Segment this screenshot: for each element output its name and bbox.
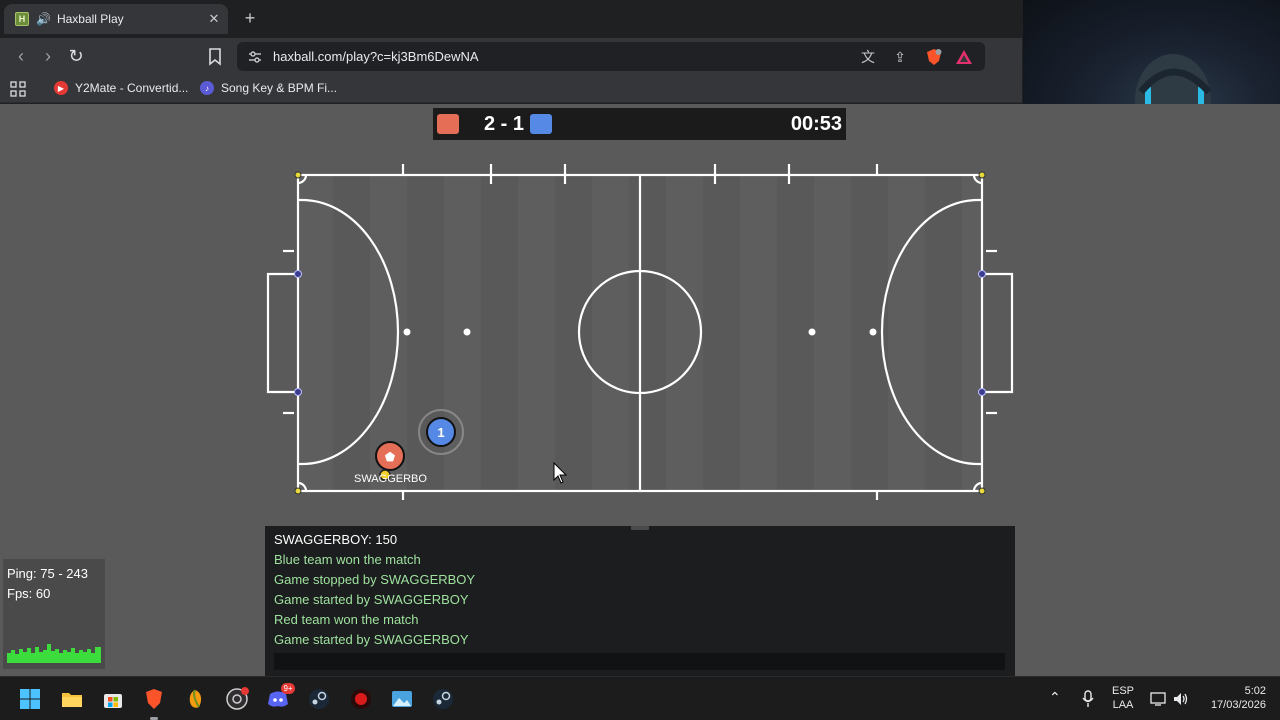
haxball-favicon-icon: H	[15, 12, 29, 26]
bookmark-label: Y2Mate - Convertid...	[75, 81, 189, 95]
tab-title: Haxball Play	[56, 12, 124, 26]
left-goal	[266, 272, 298, 394]
reload-button[interactable]: ↻	[66, 46, 86, 66]
windows-taskbar: 9+ ⌃ ESP LAA 5:02 17/03/2026	[0, 676, 1280, 720]
steam-icon[interactable]	[307, 687, 331, 711]
share-icon[interactable]: ⇪	[891, 48, 909, 66]
red-player: ⬟	[375, 441, 405, 471]
scoreboard: 2 - 1 00:53	[433, 108, 846, 140]
favicon-letter: H	[18, 14, 26, 24]
red-team-swatch	[437, 114, 459, 134]
red-player-avatar: ⬟	[385, 450, 396, 464]
brave-shields-icon[interactable]	[925, 48, 943, 66]
discord-badge: 9+	[281, 683, 295, 694]
chat-system-message: Game stopped by SWAGGERBOY	[274, 572, 476, 587]
chat-system-message: Red team won the match	[274, 612, 419, 627]
address-bar[interactable]: haxball.com/play?c=kj3Bm6DewNA 文 ⇪	[237, 42, 985, 71]
network-stats: Ping: 75 - 243 Fps: 60	[3, 559, 105, 669]
bookmark-label: Song Key & BPM Fi...	[221, 81, 338, 95]
clock-date: 17/03/2026	[1210, 699, 1266, 711]
tab-haxball[interactable]: H 🔊 Haxball Play ✕	[4, 4, 228, 34]
fl-studio-icon[interactable]	[183, 687, 207, 711]
ping-text: Ping: 75 - 243	[7, 566, 88, 581]
network-icon[interactable]	[1150, 691, 1166, 707]
volume-icon[interactable]	[1172, 691, 1190, 707]
game-timer: 00:53	[790, 113, 842, 135]
chat-box: SWAGGERBOY: 150 Blue team won the match …	[265, 526, 1015, 676]
chat-system-message: Game started by SWAGGERBOY	[274, 632, 469, 647]
chat-input[interactable]	[274, 653, 1005, 670]
clock-time: 5:02	[1244, 685, 1266, 697]
speaker-icon[interactable]: 🔊	[36, 12, 51, 26]
blue-team-swatch	[530, 114, 552, 134]
steam-icon-2[interactable]	[431, 687, 455, 711]
back-button[interactable]: ‹	[11, 46, 31, 66]
song-key-icon: ♪	[200, 81, 214, 95]
chat-system-message: Blue team won the match	[274, 552, 421, 567]
windows-start-icon[interactable]	[18, 687, 42, 711]
haxball-game-area[interactable]: 1 ⬟ SWAGGERBO 2 - 1 00:53 SWAGGERBOY: 15…	[0, 104, 1280, 676]
microsoft-store-icon[interactable]	[101, 687, 125, 711]
obs-icon[interactable]	[225, 687, 249, 711]
screen: H 🔊 Haxball Play ✕ + ‹ › ↻ haxball.com/p…	[0, 0, 1280, 720]
bookmarks-bar: ▶ Y2Mate - Convertid... ♪ Song Key & BPM…	[0, 75, 1022, 103]
forward-button[interactable]: ›	[38, 46, 58, 66]
url-text: haxball.com/play?c=kj3Bm6DewNA	[273, 49, 479, 64]
microphone-icon[interactable]	[1081, 690, 1095, 708]
language-bottom: LAA	[1112, 699, 1134, 711]
language-indicator[interactable]: ESP LAA	[1110, 685, 1136, 711]
new-tab-button[interactable]: +	[240, 8, 260, 28]
apps-grid-icon[interactable]	[10, 81, 26, 97]
bookmark-icon[interactable]	[206, 47, 224, 66]
fps-text: Fps: 60	[7, 586, 51, 601]
clock[interactable]: 5:02 17/03/2026	[1200, 685, 1266, 711]
chevron-up-icon[interactable]: ⌃	[1049, 689, 1061, 706]
photos-icon[interactable]	[390, 687, 414, 711]
score-text: 2 - 1	[483, 113, 525, 135]
site-settings-icon[interactable]	[247, 49, 263, 65]
red-player-name: SWAGGERBO	[354, 473, 427, 485]
right-goal	[982, 272, 1014, 394]
bookmark-y2mate[interactable]: ▶ Y2Mate - Convertid...	[54, 81, 188, 95]
browser-toolbar: ‹ › ↻ haxball.com/play?c=kj3Bm6DewNA 文 ⇪	[0, 38, 1022, 75]
brave-icon[interactable]	[142, 687, 166, 711]
y2mate-icon: ▶	[54, 81, 68, 95]
chat-resize-handle[interactable]	[631, 526, 649, 530]
bookmark-song-key[interactable]: ♪ Song Key & BPM Fi...	[200, 81, 337, 95]
chat-message: SWAGGERBOY: 150	[274, 532, 398, 547]
language-top: ESP	[1111, 685, 1134, 697]
red-app-icon[interactable]	[349, 687, 373, 711]
file-explorer-icon[interactable]	[60, 687, 84, 711]
blue-player-avatar: 1	[437, 425, 444, 440]
translate-icon[interactable]: 文	[859, 48, 877, 66]
chat-system-message: Game started by SWAGGERBOY	[274, 592, 469, 607]
close-icon[interactable]: ✕	[204, 11, 224, 27]
brave-rewards-icon[interactable]	[955, 48, 973, 66]
ping-graph	[7, 644, 101, 663]
